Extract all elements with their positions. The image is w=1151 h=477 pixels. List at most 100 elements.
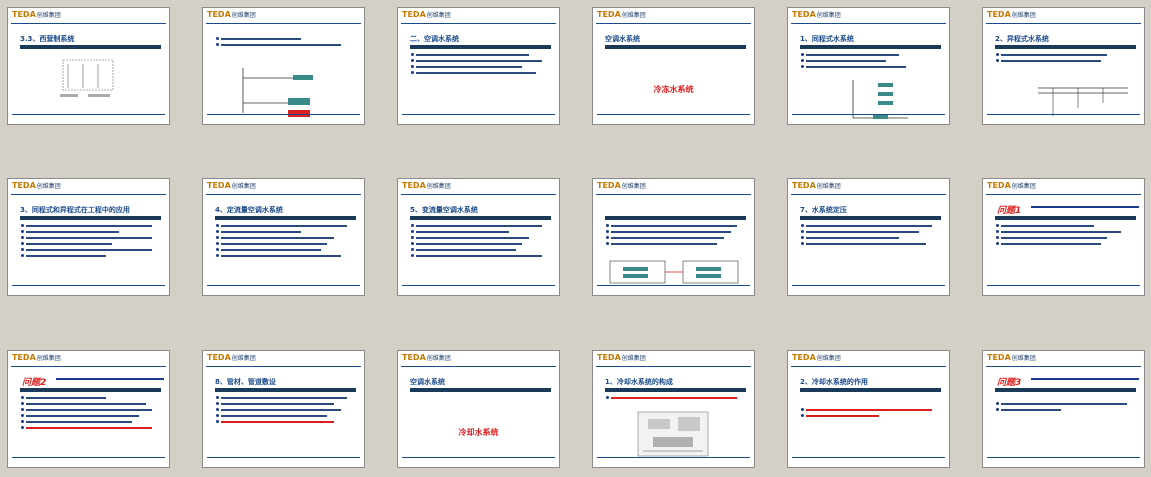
slide-thumbnail-9[interactable]: TEDA创维集团 5、变流量空调水系统 (397, 178, 560, 296)
question-text (56, 378, 164, 380)
header-bar (596, 23, 751, 24)
footer-bar (597, 457, 750, 458)
wiring-diagram (60, 59, 114, 97)
slide-body-lines (800, 408, 939, 421)
slide-body-lines (20, 396, 159, 433)
title-bar (605, 388, 746, 392)
slide-title: 7、水系统定压 (800, 206, 847, 214)
slide-thumbnail-17[interactable]: TEDA创维集团 2、冷却水系统的作用 (787, 350, 950, 468)
company-logo: TEDA创维集团 (402, 353, 451, 362)
slide-thumbnail-8[interactable]: TEDA创维集团 4、定流量空调水系统 (202, 178, 365, 296)
header-bar (206, 23, 361, 24)
title-bar (215, 388, 356, 392)
slide-title: 空调水系统 (605, 35, 640, 43)
title-bar (215, 216, 356, 220)
slide-thumbnail-18[interactable]: TEDA创维集团 问题3 (982, 350, 1145, 468)
section-heading: 冷却水系统 (458, 428, 499, 437)
header-bar (791, 23, 946, 24)
header-bar (596, 194, 751, 195)
footer-bar (12, 457, 165, 458)
slide-body-lines (215, 396, 354, 427)
slide-body-lines (995, 402, 1134, 415)
header-bar (986, 23, 1141, 24)
company-logo: TEDA创维集团 (987, 10, 1036, 19)
company-logo: TEDA创维集团 (792, 10, 841, 19)
piping-diagram (1038, 87, 1128, 116)
title-bar (995, 388, 1136, 392)
title-bar (605, 216, 746, 220)
title-bar (995, 216, 1136, 220)
slide-thumbnail-3[interactable]: TEDA创维集团 二、空调水系统 (397, 7, 560, 125)
company-logo: TEDA创维集团 (207, 181, 256, 190)
slide-thumbnail-15[interactable]: TEDA创维集团 空调水系统 冷却水系统 (397, 350, 560, 468)
footer-bar (597, 285, 750, 286)
cooling-system-diagram (637, 411, 709, 457)
slide-thumbnail-1[interactable]: TEDA创维集团 3.3、西营制系统 (7, 7, 170, 125)
footer-bar (207, 457, 360, 458)
slide-body-lines (410, 224, 549, 261)
title-bar (20, 216, 161, 220)
company-logo: TEDA创维集团 (597, 353, 646, 362)
company-logo: TEDA创维集团 (402, 10, 451, 19)
footer-bar (987, 285, 1140, 286)
title-bar (410, 216, 551, 220)
company-logo: TEDA创维集团 (207, 10, 256, 19)
header-bar (11, 366, 166, 367)
company-logo: TEDA创维集团 (402, 181, 451, 190)
footer-bar (792, 114, 945, 115)
title-bar (20, 388, 161, 392)
slide-thumbnail-7[interactable]: TEDA创维集团 3、同程式和异程式在工程中的应用 (7, 178, 170, 296)
slide-thumbnail-5[interactable]: TEDA创维集团 1、同程式水系统 (787, 7, 950, 125)
slide-title: 2、异程式水系统 (995, 35, 1049, 43)
header-bar (791, 366, 946, 367)
slide-title: 3.3、西营制系统 (20, 35, 75, 43)
title-bar (20, 45, 161, 49)
header-bar (11, 23, 166, 24)
slide-thumbnail-13[interactable]: TEDA创维集团 问题2 (7, 350, 170, 468)
slide-body-lines (800, 224, 939, 249)
header-bar (791, 194, 946, 195)
slide-title: 空调水系统 (410, 378, 445, 386)
slide-thumbnail-16[interactable]: TEDA创维集团 1、冷却水系统的构成 (592, 350, 755, 468)
slide-body-lines (800, 53, 939, 72)
slide-body-lines (216, 37, 354, 50)
company-logo: TEDA创维集团 (792, 181, 841, 190)
slide-thumbnail-2[interactable]: TEDA创维集团 (202, 7, 365, 125)
slide-thumbnail-6[interactable]: TEDA创维集团 2、异程式水系统 (982, 7, 1145, 125)
header-bar (401, 194, 556, 195)
question-text (1031, 206, 1139, 208)
slide-body-lines (995, 224, 1134, 249)
slide-thumbnail-11[interactable]: TEDA创维集团 7、水系统定压 (787, 178, 950, 296)
slide-body-lines (215, 224, 354, 261)
header-bar (206, 194, 361, 195)
question-text (1031, 378, 1139, 380)
header-bar (986, 366, 1141, 367)
company-logo: TEDA创维集团 (792, 353, 841, 362)
footer-bar (207, 114, 360, 115)
footer-bar (402, 457, 555, 458)
footer-bar (792, 457, 945, 458)
footer-bar (987, 457, 1140, 458)
company-logo: TEDA创维集团 (12, 181, 61, 190)
footer-bar (12, 285, 165, 286)
footer-bar (792, 285, 945, 286)
slide-thumbnail-14[interactable]: TEDA创维集团 8、管材、管道敷设 (202, 350, 365, 468)
footer-bar (597, 114, 750, 115)
title-bar (410, 45, 551, 49)
company-logo: TEDA创维集团 (597, 181, 646, 190)
title-bar (995, 45, 1136, 49)
footer-bar (12, 114, 165, 115)
slide-title: 4、定流量空调水系统 (215, 206, 283, 214)
slide-thumbnail-4[interactable]: TEDA创维集团 空调水系统 冷冻水系统 (592, 7, 755, 125)
question-heading: 问题1 (997, 206, 1022, 216)
slide-thumbnail-12[interactable]: TEDA创维集团 问题1 (982, 178, 1145, 296)
slide-body-lines (605, 224, 744, 249)
slide-title: 1、冷却水系统的构成 (605, 378, 673, 386)
footer-bar (402, 285, 555, 286)
slide-thumbnail-10[interactable]: TEDA创维集团 (592, 178, 755, 296)
company-logo: TEDA创维集团 (597, 10, 646, 19)
company-logo: TEDA创维集团 (987, 181, 1036, 190)
footer-bar (402, 114, 555, 115)
header-bar (596, 366, 751, 367)
title-bar (605, 45, 746, 49)
